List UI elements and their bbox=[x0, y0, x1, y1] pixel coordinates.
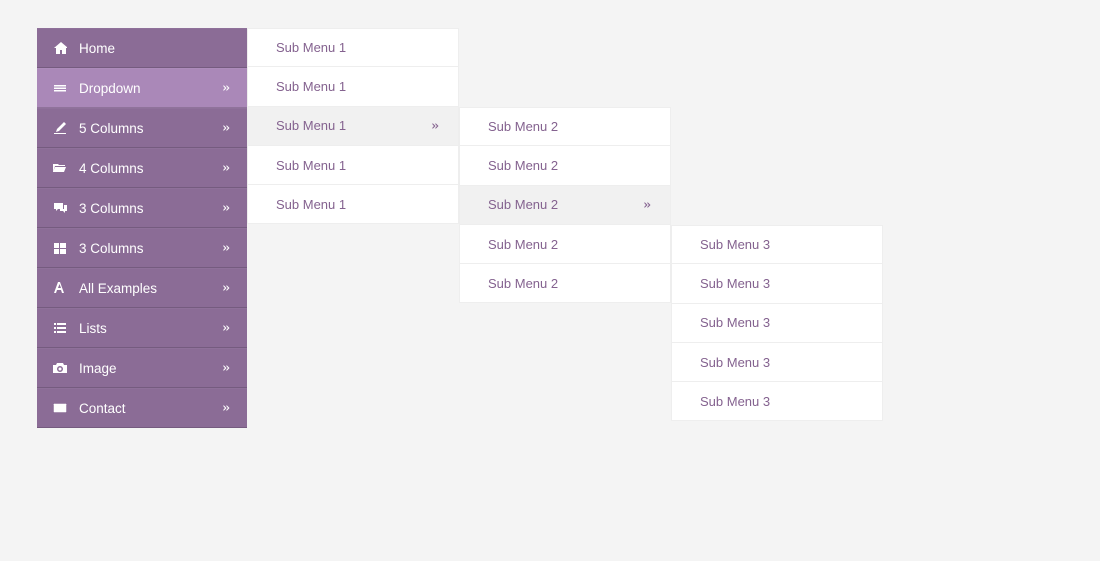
sidebar-item-label: 3 Columns bbox=[79, 201, 222, 216]
submenu-item[interactable]: Sub Menu 2 bbox=[459, 225, 671, 264]
sidebar-item-all-examples[interactable]: All Examples bbox=[37, 268, 247, 308]
sidebar-item-label: Dropdown bbox=[79, 81, 222, 96]
font-icon bbox=[53, 281, 73, 295]
submenu-item-label: Sub Menu 3 bbox=[700, 237, 854, 252]
submenu-item-label: Sub Menu 1 bbox=[276, 40, 430, 55]
submenu-item[interactable]: Sub Menu 2 bbox=[459, 186, 671, 225]
submenu-item-label: Sub Menu 2 bbox=[488, 158, 642, 173]
list-icon bbox=[53, 321, 73, 335]
submenu-item[interactable]: Sub Menu 3 bbox=[671, 225, 883, 264]
submenu-item-label: Sub Menu 2 bbox=[488, 119, 642, 134]
sidebar-item-label: Home bbox=[79, 41, 231, 56]
submenu-level-2: Sub Menu 2 Sub Menu 2 Sub Menu 2 Sub Menu 2… bbox=[459, 107, 671, 303]
submenu-item[interactable]: Sub Menu 3 bbox=[671, 304, 883, 343]
sidebar-item-home[interactable]: Home bbox=[37, 28, 247, 68]
camera-icon bbox=[53, 361, 73, 375]
sidebar-item-label: 4 Columns bbox=[79, 161, 222, 176]
chevron-right-icon bbox=[222, 244, 231, 252]
sidebar-item-contact[interactable]: Contact bbox=[37, 388, 247, 428]
grid-icon bbox=[53, 241, 73, 255]
submenu-item-label: Sub Menu 2 bbox=[488, 237, 642, 252]
chevron-right-icon bbox=[222, 364, 231, 372]
sidebar-item-label: Contact bbox=[79, 401, 222, 416]
sidebar-item-label: Lists bbox=[79, 321, 222, 336]
sidebar-item-dropdown[interactable]: Dropdown bbox=[37, 68, 247, 108]
chevron-right-icon bbox=[222, 404, 231, 412]
submenu-item[interactable]: Sub Menu 1 bbox=[247, 107, 459, 146]
submenu-item-label: Sub Menu 1 bbox=[276, 197, 430, 212]
submenu-item-label: Sub Menu 3 bbox=[700, 394, 854, 409]
chevron-right-icon bbox=[222, 324, 231, 332]
submenu-item-label: Sub Menu 3 bbox=[700, 276, 854, 291]
chevron-right-icon bbox=[222, 84, 231, 92]
sidebar-item-5-columns[interactable]: 5 Columns bbox=[37, 108, 247, 148]
submenu-item-label: Sub Menu 1 bbox=[276, 158, 430, 173]
submenu-item-label: Sub Menu 1 bbox=[276, 118, 431, 133]
submenu-item-label: Sub Menu 2 bbox=[488, 197, 643, 212]
submenu-item[interactable]: Sub Menu 2 bbox=[459, 146, 671, 185]
chevron-right-icon bbox=[643, 201, 652, 209]
comments-icon bbox=[53, 201, 73, 215]
folder-open-icon bbox=[53, 161, 73, 175]
chevron-right-icon bbox=[431, 122, 440, 130]
home-icon bbox=[53, 41, 73, 55]
sidebar-item-3-columns[interactable]: 3 Columns bbox=[37, 188, 247, 228]
layers-icon bbox=[53, 81, 73, 95]
sidebar-item-label: Image bbox=[79, 361, 222, 376]
sidebar-item-4-columns[interactable]: 4 Columns bbox=[37, 148, 247, 188]
submenu-level-3: Sub Menu 3 Sub Menu 3 Sub Menu 3 Sub Menu 3… bbox=[671, 225, 883, 421]
submenu-item[interactable]: Sub Menu 1 bbox=[247, 67, 459, 106]
submenu-item-label: Sub Menu 3 bbox=[700, 315, 854, 330]
submenu-item-label: Sub Menu 1 bbox=[276, 79, 430, 94]
submenu-item[interactable]: Sub Menu 1 bbox=[247, 185, 459, 224]
sidebar-item-label: 3 Columns bbox=[79, 241, 222, 256]
sidebar-item-image[interactable]: Image bbox=[37, 348, 247, 388]
sidebar-item-lists[interactable]: Lists bbox=[37, 308, 247, 348]
sidebar-item-label: 5 Columns bbox=[79, 121, 222, 136]
submenu-item-label: Sub Menu 3 bbox=[700, 355, 854, 370]
edit-icon bbox=[53, 121, 73, 135]
submenu-item[interactable]: Sub Menu 1 bbox=[247, 146, 459, 185]
submenu-item[interactable]: Sub Menu 3 bbox=[671, 382, 883, 421]
submenu-item[interactable]: Sub Menu 1 bbox=[247, 28, 459, 67]
chevron-right-icon bbox=[222, 164, 231, 172]
submenu-item[interactable]: Sub Menu 3 bbox=[671, 343, 883, 382]
envelope-icon bbox=[53, 401, 73, 415]
menu-container: Home Dropdown 5 Columns 4 Columns 3 Columns 3… bbox=[37, 28, 1100, 428]
submenu-item[interactable]: Sub Menu 2 bbox=[459, 264, 671, 303]
submenu-level-1: Sub Menu 1 Sub Menu 1 Sub Menu 1 Sub Menu 1… bbox=[247, 28, 459, 224]
chevron-right-icon bbox=[222, 124, 231, 132]
sidebar-item-3-columns[interactable]: 3 Columns bbox=[37, 228, 247, 268]
submenu-item[interactable]: Sub Menu 2 bbox=[459, 107, 671, 146]
sidebar: Home Dropdown 5 Columns 4 Columns 3 Columns 3… bbox=[37, 28, 247, 428]
chevron-right-icon bbox=[222, 204, 231, 212]
submenu-item[interactable]: Sub Menu 3 bbox=[671, 264, 883, 303]
submenu-item-label: Sub Menu 2 bbox=[488, 276, 642, 291]
chevron-right-icon bbox=[222, 284, 231, 292]
sidebar-item-label: All Examples bbox=[79, 281, 222, 296]
